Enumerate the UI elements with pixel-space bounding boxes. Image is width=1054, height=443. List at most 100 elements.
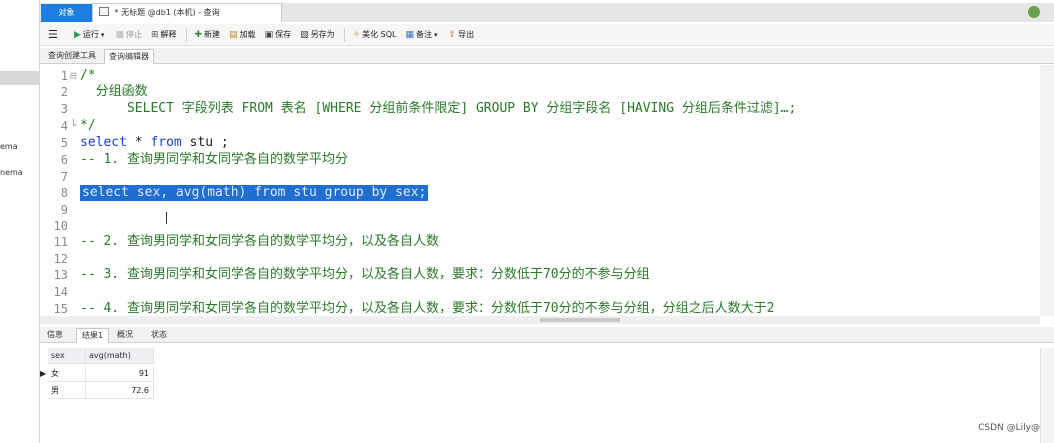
toolbar-separator <box>343 27 345 42</box>
plugin-icon[interactable] <box>1028 6 1040 18</box>
editor-line: 3 SELECT 字段列表 FROM 表名 [WHERE 分组前条件限定] GR… <box>40 101 1040 117</box>
editor-line: 9 <box>40 202 1040 218</box>
sql-editor[interactable]: 1 ⊟ /* 2 分组函数 3 SELECT 字段列表 FROM 表名 [WHE… <box>40 65 1040 316</box>
editor-line: 2 分组函数 <box>40 84 1040 100</box>
editor-vertical-scrollbar[interactable] <box>1040 65 1054 316</box>
code-comment: -- 1. 查询男同学和女同学各自的数学平均分 <box>80 152 348 167</box>
column-header-sex[interactable]: sex <box>48 348 86 364</box>
code-text: /* <box>80 68 96 83</box>
chevron-down-icon[interactable]: ▾ <box>434 31 438 39</box>
comment-icon: ▦ <box>405 29 415 40</box>
editor-horizontal-scrollbar[interactable] <box>40 316 1040 324</box>
line-number: 3 <box>60 102 68 116</box>
export-label: 导出 <box>458 30 475 39</box>
load-button[interactable]: ▤ 加载 <box>229 29 256 40</box>
line-number: 12 <box>53 252 68 266</box>
editor-line: 7 <box>40 169 1040 185</box>
line-number: 8 <box>60 186 68 200</box>
explain-icon: ⊞ <box>150 29 159 40</box>
editor-line: 1 ⊟ /* <box>40 68 1040 84</box>
selected-code: select sex, avg(math) from stu group by … <box>80 185 429 201</box>
line-number: 6 <box>60 153 68 167</box>
new-button[interactable]: ✚ 新建 <box>195 29 221 40</box>
cell-sex[interactable]: 女 <box>48 366 86 382</box>
tab-objects[interactable]: 对象 <box>41 4 92 22</box>
tab-profile[interactable]: 概况 <box>112 328 138 343</box>
run-label: 运行 <box>82 30 99 39</box>
line-number: 2 <box>60 85 68 99</box>
code-comment: -- 2. 查询男同学和女同学各自的数学平均分，以及各自人数 <box>80 234 439 249</box>
tab-query-editor[interactable]: 查询编辑器 <box>104 49 154 64</box>
keyword: from <box>150 135 182 150</box>
editor-mode-tabs: 查询创建工具 查询编辑器 <box>40 48 1054 64</box>
stop-label: 停止 <box>125 30 142 39</box>
tab-query-builder[interactable]: 查询创建工具 <box>44 49 100 64</box>
editor-line: 5 select * from stu ; <box>40 135 1040 151</box>
editor-line: 14 <box>40 284 1040 300</box>
chevron-down-icon[interactable]: ▾ <box>101 31 105 39</box>
editor-line: 8 select sex, avg(math) from stu group b… <box>40 185 1040 201</box>
scrollbar-thumb[interactable] <box>1043 95 1051 255</box>
save-icon: ▣ <box>264 29 274 40</box>
menu-icon[interactable]: ☰ <box>48 28 58 41</box>
comment-button[interactable]: ▦ 备注 ▾ <box>406 29 440 40</box>
code-comment: -- 4. 查询男同学和女同学各自的数学平均分，以及各自人数，要求：分数低于70… <box>80 301 775 316</box>
export-button[interactable]: ⇪ 导出 <box>449 29 475 40</box>
keyword: select <box>80 135 127 150</box>
tab-result-1[interactable]: 结果1 <box>76 328 110 343</box>
editor-line: 12 <box>40 251 1040 267</box>
cell-avg-math[interactable]: 91 <box>86 366 154 382</box>
sidebar-item-schema-1[interactable]: ema <box>0 142 18 151</box>
line-number: 4 <box>60 119 68 133</box>
line-number: 5 <box>60 136 68 150</box>
line-number: 14 <box>53 285 68 299</box>
sidebar-selected-row[interactable] <box>0 71 40 85</box>
line-number: 15 <box>53 302 68 316</box>
explain-button[interactable]: ⊞ 解释 <box>151 29 177 40</box>
save-as-label: 另存为 <box>310 30 335 39</box>
line-number: 1 <box>60 69 68 83</box>
stop-button[interactable]: ■ 停止 <box>115 29 142 40</box>
save-label: 保存 <box>275 30 292 39</box>
watermark: CSDN @Lily@ <box>978 423 1040 433</box>
grid-vertical-scrollbar[interactable] <box>1040 348 1054 443</box>
code-plain: * <box>126 135 151 150</box>
tab-query[interactable]: * 无标题 @db1 (本机) - 查询 <box>92 3 282 22</box>
export-icon: ⇪ <box>448 29 457 40</box>
editor-line: 13 -- 3. 查询男同学和女同学各自的数学平均分，以及各自人数，要求：分数低… <box>40 267 1040 283</box>
beautify-label: 美化 SQL <box>362 30 397 39</box>
column-header-avg-math[interactable]: avg(math) <box>86 348 154 364</box>
text-cursor <box>166 212 170 224</box>
query-toolbar: ☰ ▶ 运行 ▾ ■ 停止 ⊞ 解释 ✚ 新建 ▤ 加载 ▣ 保存 ▧ 另存为 ✧ 美化 SQL … <box>40 24 1054 46</box>
fold-end-icon: └ <box>70 119 77 132</box>
new-label: 新建 <box>204 30 221 39</box>
scrollbar-thumb[interactable] <box>540 318 620 322</box>
folder-icon: ▤ <box>229 29 238 40</box>
save-as-button[interactable]: ▧ 另存为 <box>300 29 335 40</box>
sidebar-item-schema-2[interactable]: nema <box>0 168 23 177</box>
object-sidebar: ema nema <box>0 0 40 443</box>
run-button[interactable]: ▶ 运行 ▾ <box>74 29 106 40</box>
line-number: 9 <box>60 203 68 217</box>
tab-info[interactable]: 信息 <box>42 328 68 343</box>
save-button[interactable]: ▣ 保存 <box>265 29 292 40</box>
line-number: 10 <box>53 219 68 233</box>
comment-label: 备注 <box>416 30 433 39</box>
editor-line: 15 -- 4. 查询男同学和女同学各自的数学平均分，以及各自人数，要求：分数低… <box>40 301 1040 316</box>
code-comment: -- 3. 查询男同学和女同学各自的数学平均分，以及各自人数，要求：分数低于70… <box>80 267 650 282</box>
fold-toggle-icon[interactable]: ⊟ <box>70 68 80 84</box>
tab-status[interactable]: 状态 <box>146 328 172 343</box>
editor-line: 11 -- 2. 查询男同学和女同学各自的数学平均分，以及各自人数 <box>40 234 1040 250</box>
cell-sex[interactable]: 男 <box>48 383 86 399</box>
run-icon: ▶ <box>74 29 81 40</box>
editor-line: 4 └ */ <box>40 118 1040 134</box>
line-number: 11 <box>53 235 68 249</box>
beautify-sql-button[interactable]: ✧ 美化 SQL <box>353 29 397 40</box>
load-label: 加载 <box>239 30 256 39</box>
magic-wand-icon: ✧ <box>352 29 361 40</box>
new-query-icon: ✚ <box>194 29 203 40</box>
result-grid[interactable]: sex avg(math) ▶ 女 91 男 72.6 <box>40 348 1040 443</box>
code-text: */ <box>80 118 96 133</box>
cell-avg-math[interactable]: 72.6 <box>86 383 154 399</box>
window-tab-row: 对象 * 无标题 @db1 (本机) - 查询 <box>40 3 1054 22</box>
